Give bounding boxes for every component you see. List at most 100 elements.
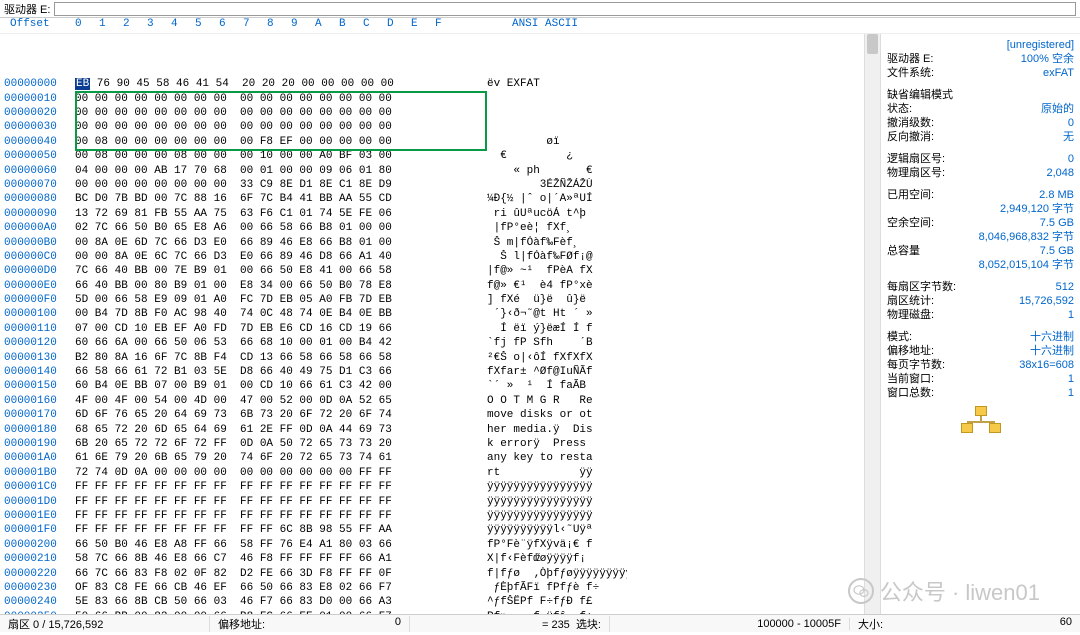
hex-bytes[interactable]: 02 7C 66 50 B0 65 E8 A6 00 66 58 66 B8 0… bbox=[75, 221, 487, 235]
hex-row[interactable]: 000001604F 00 4F 00 54 00 4D 00 47 00 52… bbox=[0, 394, 864, 408]
hex-bytes[interactable]: OF 83 C8 FE 66 CB 46 EF 66 50 66 83 E8 0… bbox=[75, 581, 487, 595]
ascii-cell[interactable]: O O T M G R Re bbox=[487, 394, 627, 408]
hex-bytes[interactable]: FF FF FF FF FF FF FF FF FF FF FF FF FF F… bbox=[75, 480, 487, 494]
ascii-cell[interactable]: X|f‹Fèfǆøÿÿÿÿf¡ bbox=[487, 552, 627, 566]
ascii-cell[interactable]: move disks or ot bbox=[487, 408, 627, 422]
hex-bytes[interactable]: 00 08 00 00 00 08 00 00 00 10 00 00 A0 B… bbox=[75, 149, 487, 163]
hex-row[interactable]: 0000003000 00 00 00 00 00 00 00 00 00 00… bbox=[0, 120, 864, 134]
hex-row[interactable]: 000001A061 6E 79 20 6B 65 79 20 74 6F 20… bbox=[0, 451, 864, 465]
hex-row[interactable]: 0000015060 B4 0E BB 07 00 B9 01 00 CD 10… bbox=[0, 379, 864, 393]
ascii-cell[interactable]: € ¿ bbox=[487, 149, 627, 163]
ascii-cell[interactable] bbox=[487, 106, 627, 120]
hex-bytes[interactable]: FF FF FF FF FF FF FF FF FF FF FF FF FF F… bbox=[75, 509, 487, 523]
hex-bytes[interactable]: 66 50 B0 46 E8 A8 FF 66 58 FF 76 E4 A1 8… bbox=[75, 538, 487, 552]
hex-row[interactable]: 000000C000 00 8A 0E 6C 7C 66 D3 E0 66 89… bbox=[0, 250, 864, 264]
ascii-cell[interactable] bbox=[487, 92, 627, 106]
hex-row[interactable]: 0000018068 65 72 20 6D 65 64 69 61 2E FF… bbox=[0, 423, 864, 437]
hex-row[interactable]: 000000B000 8A 0E 6D 7C 66 D3 E0 66 89 46… bbox=[0, 236, 864, 250]
hex-bytes[interactable]: EB 76 90 45 58 46 41 54 20 20 20 00 00 0… bbox=[75, 77, 487, 91]
drive-input[interactable] bbox=[54, 2, 1076, 16]
ascii-cell[interactable]: f@» €¹ è4 fP°xè bbox=[487, 279, 627, 293]
hex-row[interactable]: 0000006004 00 00 00 AB 17 70 68 00 01 00… bbox=[0, 164, 864, 178]
ascii-cell[interactable]: « ph € bbox=[487, 164, 627, 178]
hex-row[interactable]: 0000010000 B4 7D 8B F0 AC 98 40 74 0C 48… bbox=[0, 307, 864, 321]
hex-bytes[interactable]: 68 65 72 20 6D 65 64 69 61 2E FF 0D 0A 4… bbox=[75, 423, 487, 437]
ascii-cell[interactable]: |fP°eè¦ fXf¸ bbox=[487, 221, 627, 235]
hex-row[interactable]: 000001D0FF FF FF FF FF FF FF FF FF FF FF… bbox=[0, 495, 864, 509]
ascii-cell[interactable]: k errorÿ Press bbox=[487, 437, 627, 451]
hex-bytes[interactable]: 60 66 6A 00 66 50 06 53 66 68 10 00 01 0… bbox=[75, 336, 487, 350]
hex-bytes[interactable]: 00 00 00 00 00 00 00 00 00 00 00 00 00 0… bbox=[75, 92, 487, 106]
ascii-cell[interactable]: ´}‹ð¬˜@t Ht ´ » bbox=[487, 307, 627, 321]
hex-row[interactable]: 00000130B2 80 8A 16 6F 7C 8B F4 CD 13 66… bbox=[0, 351, 864, 365]
hex-row[interactable]: 000000D07C 66 40 BB 00 7E B9 01 00 66 50… bbox=[0, 264, 864, 278]
ascii-cell[interactable]: fXfar± ^Øf@IuÑÃf bbox=[487, 365, 627, 379]
ascii-cell[interactable]: ÿÿÿÿÿÿÿÿÿÿÿÿÿÿÿÿ bbox=[487, 509, 627, 523]
hex-row[interactable]: 000000A002 7C 66 50 B0 65 E8 A6 00 66 58… bbox=[0, 221, 864, 235]
hex-bytes[interactable]: FF FF FF FF FF FF FF FF FF FF FF FF FF F… bbox=[75, 495, 487, 509]
hex-bytes[interactable]: 61 6E 79 20 6B 65 79 20 74 6F 20 72 65 7… bbox=[75, 451, 487, 465]
ascii-cell[interactable]: ëv EXFAT bbox=[487, 77, 627, 91]
hex-row[interactable]: 000001906B 20 65 72 72 6F 72 FF 0D 0A 50… bbox=[0, 437, 864, 451]
ascii-cell[interactable]: Š m|fÓàf‰Fèf¸ bbox=[487, 236, 627, 250]
hex-row[interactable]: 0000007000 00 00 00 00 00 00 00 33 C9 8E… bbox=[0, 178, 864, 192]
ascii-cell[interactable]: ] fXé ü}ë û}ë bbox=[487, 293, 627, 307]
hex-bytes[interactable]: B2 80 8A 16 6F 7C 8B F4 CD 13 66 58 66 5… bbox=[75, 351, 487, 365]
ascii-cell[interactable]: Í ëï ý}ëæÍ Í f bbox=[487, 322, 627, 336]
scroll-thumb[interactable] bbox=[867, 34, 878, 54]
hex-row[interactable]: 000001706D 6F 76 65 20 64 69 73 6B 73 20… bbox=[0, 408, 864, 422]
hex-bytes[interactable]: 6D 6F 76 65 20 64 69 73 6B 73 20 6F 72 2… bbox=[75, 408, 487, 422]
ascii-cell[interactable]: ÿÿÿÿÿÿÿÿÿÿl‹˜Uÿª bbox=[487, 523, 627, 537]
vertical-scrollbar[interactable] bbox=[864, 34, 880, 614]
hex-bytes[interactable]: 58 7C 66 8B 46 E8 66 C7 46 F8 FF FF FF F… bbox=[75, 552, 487, 566]
hex-row[interactable]: 000001E0FF FF FF FF FF FF FF FF FF FF FF… bbox=[0, 509, 864, 523]
ascii-cell[interactable]: rt ÿÿ bbox=[487, 466, 627, 480]
ascii-cell[interactable]: Š l|fÓàf‰FØf¡@ bbox=[487, 250, 627, 264]
ascii-cell[interactable]: fP°Fè¨ÿfXÿvä¡€ f bbox=[487, 538, 627, 552]
hex-row[interactable]: 0000022066 7C 66 83 F8 02 0F 82 D2 FE 66… bbox=[0, 567, 864, 581]
ascii-cell[interactable]: ^ƒfŠËPf F÷fƒÐ f£ bbox=[487, 595, 627, 609]
hex-row[interactable]: 0000025050 66 BB 00 82 00 00 66 B8 FC 66… bbox=[0, 610, 864, 614]
hex-bytes[interactable]: 00 00 8A 0E 6C 7C 66 D3 E0 66 89 46 D8 6… bbox=[75, 250, 487, 264]
hex-bytes[interactable]: 00 8A 0E 6D 7C 66 D3 E0 66 89 46 E8 66 B… bbox=[75, 236, 487, 250]
hex-row[interactable]: 0000020066 50 B0 46 E8 A8 FF 66 58 FF 76… bbox=[0, 538, 864, 552]
ascii-cell[interactable]: ¼Ð{½ |ˆ o|´A»ªUÍ bbox=[487, 192, 627, 206]
hex-row[interactable]: 000001B072 74 0D 0A 00 00 00 00 00 00 00… bbox=[0, 466, 864, 480]
hex-row[interactable]: 0000011007 00 CD 10 EB EF A0 FD 7D EB E6… bbox=[0, 322, 864, 336]
hex-row[interactable]: 000002405E 83 66 8B CB 50 66 03 46 F7 66… bbox=[0, 595, 864, 609]
hex-bytes[interactable]: 72 74 0D 0A 00 00 00 00 00 00 00 00 00 0… bbox=[75, 466, 487, 480]
hex-bytes[interactable]: 00 00 00 00 00 00 00 00 00 00 00 00 00 0… bbox=[75, 120, 487, 134]
hex-row[interactable]: 0000021058 7C 66 8B 46 E8 66 C7 46 F8 FF… bbox=[0, 552, 864, 566]
hex-bytes[interactable]: 5D 00 66 58 E9 09 01 A0 FC 7D EB 05 A0 F… bbox=[75, 293, 487, 307]
ascii-cell[interactable]: `´ » ¹ Í faÃB bbox=[487, 379, 627, 393]
hex-bytes[interactable]: 66 58 66 61 72 B1 03 5E D8 66 40 49 75 D… bbox=[75, 365, 487, 379]
hex-bytes[interactable]: 00 08 00 00 00 00 00 00 00 F8 EF 00 00 0… bbox=[75, 135, 487, 149]
hex-bytes[interactable]: 66 40 BB 00 80 B9 01 00 E8 34 00 66 50 B… bbox=[75, 279, 487, 293]
hex-row[interactable]: 0000014066 58 66 61 72 B1 03 5E D8 66 40… bbox=[0, 365, 864, 379]
hex-bytes[interactable]: 66 7C 66 83 F8 02 0F 82 D2 FE 66 3D F8 F… bbox=[75, 567, 487, 581]
hex-row[interactable]: 0000009013 72 69 81 FB 55 AA 75 63 F6 C1… bbox=[0, 207, 864, 221]
hex-bytes[interactable]: BC D0 7B BD 00 7C 88 16 6F 7C B4 41 BB A… bbox=[75, 192, 487, 206]
hex-bytes[interactable]: 7C 66 40 BB 00 7E B9 01 00 66 50 E8 41 0… bbox=[75, 264, 487, 278]
hex-bytes[interactable]: 00 B4 7D 8B F0 AC 98 40 74 0C 48 74 0E B… bbox=[75, 307, 487, 321]
ascii-cell[interactable]: Pf» ‚ f¸üfî f÷ bbox=[487, 610, 627, 614]
ascii-cell[interactable]: ƒÈþfÃFï fPfƒè f÷ bbox=[487, 581, 627, 595]
hex-bytes[interactable]: 00 00 00 00 00 00 00 00 00 00 00 00 00 0… bbox=[75, 106, 487, 120]
hex-row[interactable]: 0000001000 00 00 00 00 00 00 00 00 00 00… bbox=[0, 92, 864, 106]
ascii-cell[interactable]: ²€Š o|‹ôÍ fXfXfX bbox=[487, 351, 627, 365]
hex-row[interactable]: 00000000EB 76 90 45 58 46 41 54 20 20 20… bbox=[0, 77, 864, 91]
ascii-cell[interactable]: `fj fP Sfh ´B bbox=[487, 336, 627, 350]
hex-bytes[interactable]: 6B 20 65 72 72 6F 72 FF 0D 0A 50 72 65 7… bbox=[75, 437, 487, 451]
hex-bytes[interactable]: FF FF FF FF FF FF FF FF FF FF 6C 8B 98 5… bbox=[75, 523, 487, 537]
hex-row[interactable]: 000000E066 40 BB 00 80 B9 01 00 E8 34 00… bbox=[0, 279, 864, 293]
hex-row[interactable]: 0000012060 66 6A 00 66 50 06 53 66 68 10… bbox=[0, 336, 864, 350]
hex-bytes[interactable]: 60 B4 0E BB 07 00 B9 01 00 CD 10 66 61 C… bbox=[75, 379, 487, 393]
hex-bytes[interactable]: 04 00 00 00 AB 17 70 68 00 01 00 00 09 0… bbox=[75, 164, 487, 178]
ascii-cell[interactable]: her media.ÿ Dis bbox=[487, 423, 627, 437]
ascii-cell[interactable]: ri ûUªucöÁ t^þ bbox=[487, 207, 627, 221]
hex-row[interactable]: 000000F05D 00 66 58 E9 09 01 A0 FC 7D EB… bbox=[0, 293, 864, 307]
hex-bytes[interactable]: 07 00 CD 10 EB EF A0 FD 7D EB E6 CD 16 C… bbox=[75, 322, 487, 336]
ascii-cell[interactable]: f|fƒø ‚Òþfƒøÿÿÿÿÿÿÿÿÿÿÿÿÿÿÿÿÿÿ bbox=[487, 567, 627, 581]
hex-row[interactable]: 00000080BC D0 7B BD 00 7C 88 16 6F 7C B4… bbox=[0, 192, 864, 206]
ascii-cell[interactable] bbox=[487, 120, 627, 134]
